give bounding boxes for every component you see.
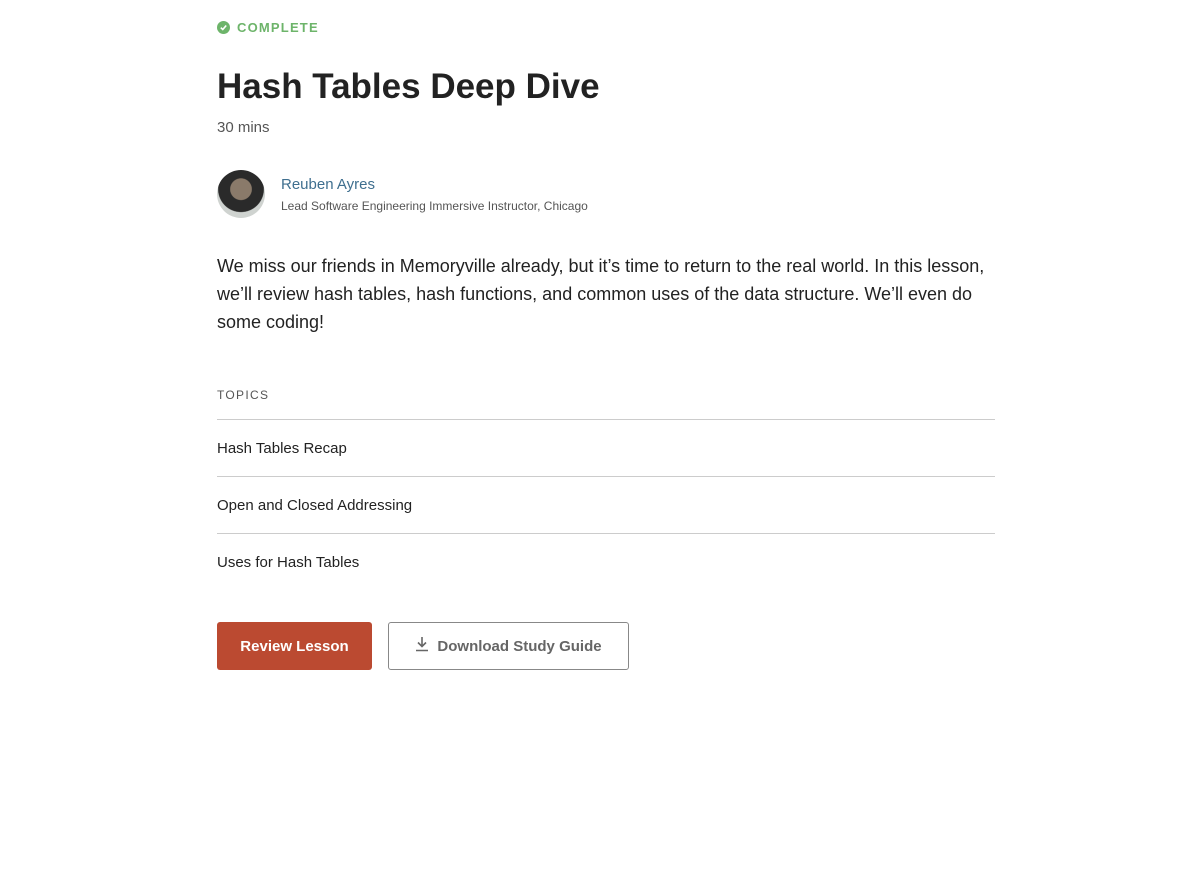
review-lesson-button[interactable]: Review Lesson: [217, 622, 372, 670]
actions: Review Lesson Download Study Guide: [217, 622, 995, 670]
topics-heading: TOPICS: [217, 388, 270, 402]
instructor: Reuben Ayres Lead Software Engineering I…: [217, 170, 995, 218]
avatar: [217, 170, 265, 218]
list-item: Open and Closed Addressing: [217, 477, 995, 534]
lesson-description: We miss our friends in Memoryville alrea…: [217, 256, 985, 332]
list-item: Hash Tables Recap: [217, 420, 995, 477]
status-label: COMPLETE: [237, 20, 319, 35]
lesson-page: COMPLETE Hash Tables Deep Dive 30 mins R…: [0, 0, 1204, 876]
download-icon: [415, 636, 429, 656]
status-badge: COMPLETE: [217, 20, 995, 35]
topics-list: Hash Tables Recap Open and Closed Addres…: [217, 419, 995, 590]
instructor-name[interactable]: Reuben Ayres: [281, 176, 588, 193]
check-circle-icon: [217, 21, 230, 34]
instructor-title: Lead Software Engineering Immersive Inst…: [281, 198, 588, 213]
list-item: Uses for Hash Tables: [217, 553, 360, 571]
download-label: Download Study Guide: [437, 637, 602, 655]
lesson-content: COMPLETE Hash Tables Deep Dive 30 mins R…: [217, 0, 995, 670]
download-study-guide-button[interactable]: Download Study Guide: [388, 622, 629, 670]
page-title: Hash Tables Deep Dive: [217, 67, 600, 106]
lesson-duration: 30 mins: [217, 119, 270, 136]
